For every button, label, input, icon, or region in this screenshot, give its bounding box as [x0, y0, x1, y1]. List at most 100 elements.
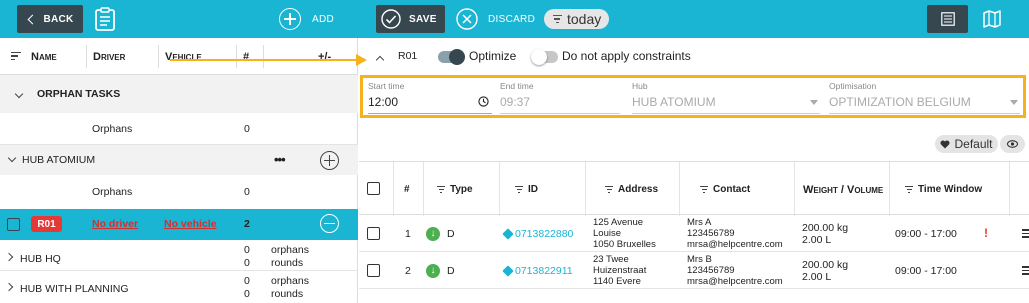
col-count[interactable]: #: [243, 51, 249, 63]
row-time-window: 09:00 - 17:00: [895, 265, 957, 277]
vehicle-link[interactable]: No vehicle: [164, 218, 217, 230]
task-id-link[interactable]: 0713822880: [502, 228, 573, 240]
add-circle-icon[interactable]: [320, 151, 339, 170]
chevron-left-icon: [28, 14, 38, 24]
constraints-toggle[interactable]: [531, 49, 558, 65]
clock-icon[interactable]: [478, 96, 489, 107]
hub-planning-label: HUB WITH PLANNING: [20, 283, 129, 295]
hub-hq-group[interactable]: HUB HQ 0 orphans 0 rounds: [0, 242, 358, 271]
sort-icon: [905, 185, 913, 194]
row-num: 2: [405, 265, 411, 277]
plus-circle-icon: [279, 8, 301, 30]
col-contact[interactable]: Contact: [700, 184, 750, 195]
constraints-label: Do not apply constraints: [562, 49, 691, 63]
back-label: BACK: [43, 13, 74, 25]
orphans-label: Orphans: [92, 123, 133, 135]
row-checkbox[interactable]: [367, 227, 380, 240]
col-num[interactable]: #: [404, 184, 410, 195]
visibility-chip[interactable]: [1000, 135, 1025, 153]
row-menu-icon[interactable]: [1022, 266, 1029, 275]
optimisation-select[interactable]: Optimisation OPTIMIZATION BELGIUM: [829, 78, 1020, 114]
chevron-right-icon: [4, 282, 14, 292]
optimize-toggle[interactable]: [438, 49, 465, 65]
dropdown-arrow-icon: [1010, 100, 1018, 105]
add-label: ADD: [312, 13, 335, 25]
add-button[interactable]: ADD: [279, 8, 334, 30]
orphans-row[interactable]: Orphans 0: [0, 113, 358, 145]
list-view-button[interactable]: [927, 5, 968, 33]
optimisation-value: OPTIMIZATION BELGIUM: [829, 95, 971, 109]
hub-label: Hub: [632, 81, 648, 91]
default-label: Default: [954, 137, 993, 151]
default-view-chip[interactable]: Default: [935, 135, 998, 153]
start-time-label: Start time: [368, 81, 405, 91]
row-checkbox[interactable]: [367, 264, 380, 277]
start-time-field[interactable]: Start time 12:00: [368, 78, 492, 114]
discard-button[interactable]: DISCARD: [456, 8, 535, 30]
check-circle-icon: [381, 9, 401, 29]
table-row[interactable]: 1 ↓ D 0713822880 125 Avenue Louise 1050 Br…: [359, 215, 1029, 252]
select-all-checkbox[interactable]: [367, 182, 380, 195]
back-button[interactable]: BACK: [17, 5, 83, 33]
clipboard-icon[interactable]: [94, 7, 116, 31]
row-weight-volume: 200.00 kg 2.00 L: [802, 222, 849, 246]
optimisation-label: Optimisation: [829, 81, 877, 91]
col-vehicle[interactable]: Vehicle: [165, 51, 202, 63]
save-label: SAVE: [409, 13, 437, 25]
col-time-window[interactable]: Time Window: [905, 184, 982, 195]
route-row-r01[interactable]: R01 No driver No vehicle 2: [0, 209, 358, 240]
orphans-count: 0: [244, 123, 250, 135]
route-checkbox[interactable]: [7, 218, 20, 231]
hub-atomium-group[interactable]: HUB ATOMIUM •••: [0, 145, 358, 175]
col-driver[interactable]: Driver: [93, 51, 125, 63]
col-id[interactable]: ID: [515, 184, 538, 195]
sort-icon[interactable]: [11, 52, 21, 60]
annotation-arrow-line: [170, 59, 358, 61]
hub-atomium-label: HUB ATOMIUM: [22, 154, 96, 166]
orphan-tasks-group[interactable]: ORPHAN TASKS: [0, 75, 358, 113]
driver-link[interactable]: No driver: [92, 218, 138, 230]
filter-icon: [552, 15, 562, 23]
task-id-link[interactable]: 0713822911: [502, 265, 573, 277]
dropdown-arrow-icon: [810, 100, 818, 105]
row-address: 125 Avenue Louise 1050 Bruxelles: [593, 217, 656, 250]
chevron-down-icon: [14, 89, 24, 99]
col-plus-minus[interactable]: +/-: [318, 51, 331, 63]
atomium-orphans-row[interactable]: Orphans 0: [0, 175, 358, 209]
save-button[interactable]: SAVE: [376, 5, 445, 33]
top-toolbar: BACK ADD SAVE DISCARD today: [0, 0, 1029, 38]
route-badge: R01: [31, 216, 62, 232]
col-weight-volume[interactable]: Weight / Volume: [803, 184, 883, 196]
end-time-label: End time: [500, 81, 534, 91]
hub-planning-orphans-count: 0: [244, 275, 250, 287]
hub-planning-group[interactable]: HUB WITH PLANNING 0 orphans 0 rounds: [0, 272, 358, 303]
col-name[interactable]: Name: [31, 51, 57, 63]
today-label: today: [567, 11, 602, 27]
table-row[interactable]: 2 ↓ D 0713822911 23 Twee Huizenstraat 1140…: [359, 252, 1029, 289]
more-options-icon[interactable]: •••: [274, 152, 286, 167]
orphans-label: Orphans: [92, 186, 133, 198]
row-menu-icon[interactable]: [1022, 229, 1029, 238]
cube-icon: [502, 228, 514, 240]
sort-icon: [605, 185, 613, 194]
hub-planning-rounds-count: 0: [244, 288, 250, 300]
hub-select[interactable]: Hub HUB ATOMIUM: [632, 78, 820, 114]
delivery-arrow-icon: ↓: [426, 264, 440, 278]
routes-table-header: Name Driver Vehicle # +/-: [0, 38, 358, 75]
chevron-down-icon: [7, 153, 17, 163]
hub-hq-rounds-count: 0: [244, 257, 250, 269]
start-time-value: 12:00: [368, 95, 399, 109]
sort-icon: [437, 185, 445, 194]
chevron-right-icon: [4, 252, 14, 262]
col-address[interactable]: Address: [605, 184, 658, 195]
warning-icon[interactable]: !: [984, 226, 988, 240]
heart-icon: [940, 140, 950, 148]
row-weight-volume: 200.00 kg 2.00 L: [802, 259, 849, 283]
map-icon[interactable]: [983, 10, 1001, 28]
col-type[interactable]: Type: [437, 184, 473, 195]
remove-circle-icon[interactable]: [320, 214, 339, 233]
hub-hq-orphans-label: orphans: [271, 244, 309, 256]
today-filter-chip[interactable]: today: [544, 9, 609, 29]
end-time-field: End time 09:37: [500, 78, 620, 114]
chevron-up-icon[interactable]: [375, 55, 385, 65]
